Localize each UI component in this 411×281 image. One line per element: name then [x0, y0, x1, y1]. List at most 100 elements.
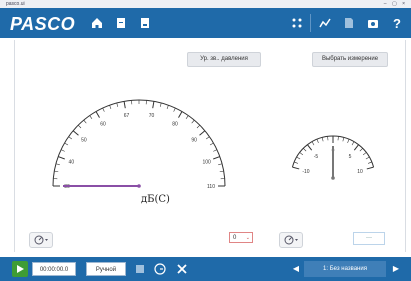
minor-tick	[294, 161, 299, 164]
minor-tick	[68, 136, 73, 140]
minor-tick	[196, 124, 201, 129]
measurement-select-right[interactable]: Выбрать измерение	[312, 52, 388, 67]
minor-tick	[116, 102, 119, 107]
elapsed-time: 00:00:00.0	[32, 262, 76, 276]
minor-tick	[159, 102, 162, 107]
minor-tick	[102, 107, 105, 112]
minor-tick	[209, 142, 214, 146]
home-icon	[92, 18, 102, 28]
bottom-controls: 00:00:00.0 Ручной ◀ 1: Без названия ▶	[0, 257, 411, 281]
minor-tick	[60, 149, 65, 152]
stop-button[interactable]	[132, 261, 148, 277]
minor-tick	[342, 137, 345, 142]
toolbar-separator	[310, 14, 311, 32]
minor-tick	[83, 119, 87, 124]
minor-tick	[367, 161, 372, 164]
tick-label: -10	[302, 169, 309, 175]
previous-page-arrow[interactable]: ◀	[290, 261, 302, 277]
unit-select-value: 0	[233, 235, 237, 241]
gauge-arc	[52, 99, 226, 187]
major-tick	[178, 111, 183, 118]
gauge-tool-left[interactable]	[29, 232, 53, 248]
minor-tick	[321, 137, 324, 142]
tick-label: 67	[124, 113, 130, 119]
pasco-logo: PASCO	[10, 14, 76, 34]
measurement-value-select[interactable]: ---	[353, 232, 385, 245]
minor-tick	[218, 163, 223, 166]
chevron-down-icon: ⌄	[245, 235, 250, 241]
major-tick	[152, 101, 155, 109]
timer-button[interactable]	[152, 261, 168, 277]
tools-cross-button[interactable]	[174, 261, 190, 277]
major-tick	[292, 166, 300, 170]
minor-tick	[191, 119, 195, 124]
top-toolbar: PASCO ?	[0, 8, 411, 38]
tick-label: 10	[357, 169, 363, 175]
home-button[interactable]	[86, 12, 108, 34]
minor-tick	[365, 156, 370, 160]
stop-icon	[136, 265, 144, 273]
major-tick	[58, 156, 65, 160]
sound-level-gauge: 3040506067708090100110	[52, 99, 226, 190]
minor-tick	[89, 115, 93, 120]
major-tick	[366, 166, 374, 170]
page-title[interactable]: 1: Без названия	[304, 261, 386, 277]
gauge-tool-icon	[34, 235, 48, 245]
camera-icon	[368, 20, 378, 28]
gauge-unit-label: дБ(C)	[141, 194, 170, 205]
minor-tick	[213, 149, 218, 152]
minor-tick	[359, 148, 363, 152]
open-file-button[interactable]	[110, 12, 132, 34]
graph-button[interactable]	[314, 12, 336, 34]
minor-tick	[303, 148, 307, 152]
major-tick	[199, 130, 206, 136]
tools-icon	[292, 18, 302, 28]
minor-tick	[311, 141, 315, 146]
minor-tick	[219, 170, 224, 173]
major-tick	[213, 156, 220, 160]
needle-hub	[331, 176, 335, 180]
minor-tick	[185, 115, 189, 120]
minor-tick	[299, 152, 304, 156]
minor-tick	[347, 139, 350, 144]
tick-label: 90	[191, 138, 197, 144]
minor-tick	[316, 139, 319, 144]
start-button[interactable]	[12, 261, 28, 277]
sampling-mode-select[interactable]: Ручной	[86, 262, 126, 276]
tick-label: 80	[172, 122, 178, 128]
save-file-button[interactable]	[134, 12, 156, 34]
wrench-icon	[177, 264, 187, 274]
minor-tick	[362, 152, 367, 156]
minor-tick	[173, 107, 176, 112]
minor-tick	[55, 163, 60, 166]
gauge-tool-right[interactable]	[279, 232, 303, 248]
minor-tick	[327, 136, 329, 141]
major-tick	[72, 130, 79, 136]
secondary-gauge: -10-50510	[291, 135, 375, 180]
next-page-arrow[interactable]: ▶	[390, 261, 402, 277]
tick-label: 40	[69, 159, 75, 165]
major-tick	[95, 111, 100, 118]
minor-tick	[166, 105, 169, 110]
help-button[interactable]: ?	[386, 12, 408, 34]
unit-select[interactable]: 0 ⌄	[229, 232, 253, 243]
major-tick	[307, 144, 313, 151]
window-controls[interactable]: – ▢ ×	[384, 0, 407, 8]
major-tick	[123, 101, 126, 109]
document-icon	[117, 18, 125, 28]
play-icon	[17, 265, 24, 273]
tools-button[interactable]	[286, 12, 308, 34]
camera-button[interactable]	[362, 12, 384, 34]
graph-icon	[319, 18, 331, 28]
help-icon: ?	[393, 15, 401, 31]
minor-tick	[205, 136, 210, 140]
tick-label: 100	[202, 159, 211, 165]
minor-tick	[77, 124, 82, 129]
main-display-area: Ур. зв.. давления Выбрать измерение 3040…	[14, 40, 406, 252]
page-button[interactable]	[338, 12, 360, 34]
tick-label: -5	[314, 154, 319, 160]
tick-label: 5	[349, 154, 352, 160]
gauge-tool-icon	[284, 235, 298, 245]
minor-tick	[64, 142, 69, 146]
minor-tick	[296, 156, 301, 160]
